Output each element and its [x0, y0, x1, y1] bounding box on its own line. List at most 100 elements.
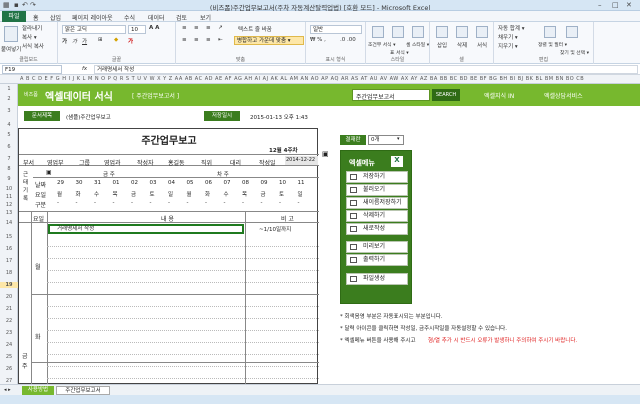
clear-button[interactable]: 지우기 ▾ — [498, 42, 518, 50]
row-header[interactable]: 4 — [0, 122, 18, 128]
row-header[interactable]: 26 — [0, 366, 18, 372]
row-header[interactable]: 23 — [0, 330, 18, 336]
row-header[interactable]: 7 — [0, 156, 18, 162]
table-format-button[interactable]: 표 서식 ▾ — [390, 49, 409, 56]
copy-button[interactable]: 복사 ▾ — [22, 33, 37, 41]
row-header[interactable]: 3 — [0, 108, 18, 114]
align-left-icon[interactable]: ≡ — [182, 37, 187, 43]
sort-filter-icon[interactable] — [544, 26, 556, 38]
row-header[interactable]: 11 — [0, 194, 18, 200]
task1-note[interactable]: ~1/10일까지 — [259, 225, 291, 233]
underline-icon[interactable]: 가 — [82, 37, 87, 45]
tab-formulas[interactable]: 수식 — [124, 13, 135, 22]
tab-review[interactable]: 검토 — [176, 13, 187, 22]
align-bottom-icon[interactable]: ≡ — [206, 25, 211, 31]
find-select-icon[interactable] — [566, 26, 578, 38]
banner-search-input[interactable]: 주간업무보고서 — [352, 89, 430, 101]
tab-file[interactable]: 파일 — [2, 11, 26, 22]
conditional-format-icon[interactable] — [372, 26, 384, 38]
row-header[interactable]: 18 — [0, 270, 18, 276]
align-right-icon[interactable]: ≡ — [206, 37, 211, 43]
row-header[interactable]: 22 — [0, 318, 18, 324]
insert-button[interactable]: 삽입 — [437, 41, 447, 49]
paste-button[interactable]: 붙여넣기 — [1, 45, 21, 53]
tab-view[interactable]: 보기 — [200, 13, 211, 22]
bold-icon[interactable]: 가 — [62, 37, 67, 45]
row-header[interactable]: 8 — [0, 166, 18, 172]
conditional-format-button[interactable]: 조건부 서식 ▾ — [368, 41, 396, 48]
column-letters[interactable]: A B C D E F G H I J K L M N O P Q R S T … — [20, 76, 640, 82]
team-value[interactable]: 영업과 — [104, 158, 121, 167]
italic-icon[interactable]: 가 — [72, 37, 77, 45]
align-center-icon[interactable]: ≡ — [194, 37, 199, 43]
attendance-type-cell[interactable]: - — [205, 200, 207, 206]
attendance-type-cell[interactable]: - — [242, 200, 244, 206]
calendar-icon[interactable]: ▣ — [46, 169, 52, 176]
find-select-button[interactable]: 찾기 및 선택 ▾ — [560, 49, 589, 56]
tab-page-layout[interactable]: 페이지 레이아웃 — [72, 13, 113, 22]
paste-icon[interactable] — [4, 26, 18, 42]
delete-button[interactable]: 삭제 — [457, 41, 467, 49]
attendance-type-cell[interactable]: - — [131, 200, 133, 206]
row-header[interactable]: 14 — [0, 220, 18, 226]
format-button[interactable]: 서식 — [477, 41, 487, 49]
autosum-button[interactable]: 자동 합계 ▾ — [498, 24, 525, 32]
menu-button-2[interactable]: 새이름저장하기 — [346, 197, 408, 209]
tab-nav-icon[interactable]: ◂ ▸ — [4, 387, 11, 393]
banner-logo[interactable]: 엑셀데이터 서식 — [45, 88, 113, 103]
align-middle-icon[interactable]: ≡ — [194, 25, 199, 31]
format-cells-icon[interactable] — [476, 26, 488, 38]
row-header[interactable]: 21 — [0, 306, 18, 312]
chevron-down-icon[interactable]: ▾ — [397, 136, 400, 142]
menu-button-4[interactable]: 새로작성 — [346, 223, 408, 235]
fx-icon[interactable]: fx — [82, 66, 87, 72]
indent-icon[interactable]: ⇤ — [218, 37, 223, 43]
writer-value[interactable]: 홍길동 — [168, 158, 185, 167]
tab-insert[interactable]: 삽입 — [50, 13, 61, 22]
row-header[interactable]: 16 — [0, 246, 18, 252]
row-header[interactable]: 25 — [0, 354, 18, 360]
doc-title-value[interactable]: (샘플)주간업무보고 — [66, 113, 111, 121]
row-header[interactable]: 13 — [0, 210, 18, 216]
search-button[interactable]: SEARCH — [432, 89, 460, 101]
menu-button-7[interactable]: 파일생성 — [346, 273, 408, 285]
maximize-icon[interactable]: □ — [612, 1, 619, 9]
border-icon[interactable]: ⊞ — [98, 37, 103, 43]
sheet-tab-howto[interactable]: 사용방법 — [22, 386, 54, 395]
decimal-icon[interactable]: .0 .00 — [340, 37, 356, 43]
fill-button[interactable]: 채우기 ▾ — [498, 33, 518, 41]
attendance-type-cell[interactable]: - — [94, 200, 96, 206]
cell-style-button[interactable]: 셀 스타일 ▾ — [406, 41, 429, 48]
tab-data[interactable]: 데이터 — [148, 13, 165, 22]
attendance-type-cell[interactable]: - — [150, 200, 152, 206]
font-color-icon[interactable]: 가 — [128, 37, 133, 45]
calendar-icon-2[interactable]: ▣ — [322, 150, 329, 158]
row-header[interactable]: 20 — [0, 294, 18, 300]
menu-button-6[interactable]: 출력하기 — [346, 254, 408, 266]
attendance-type-cell[interactable]: - — [168, 200, 170, 206]
attendance-type-cell[interactable]: - — [298, 200, 300, 206]
task-cell-selected[interactable]: 거래명세서 작성 — [48, 224, 244, 234]
formula-input[interactable]: 거래명세서 작성 — [94, 65, 638, 74]
number-format-select[interactable]: 일반 — [310, 25, 362, 34]
attendance-type-cell[interactable]: - — [76, 200, 78, 206]
excel-consult-link[interactable]: 엑셀상담서비스 — [544, 91, 583, 100]
row-header[interactable]: 1 — [0, 86, 18, 92]
cut-button[interactable]: 잘라내기 — [22, 24, 42, 32]
row-header[interactable]: 10 — [0, 186, 18, 192]
align-top-icon[interactable]: ≡ — [182, 25, 187, 31]
delete-cells-icon[interactable] — [456, 26, 468, 38]
attendance-type-cell[interactable]: - — [279, 200, 281, 206]
close-icon[interactable]: ✕ — [626, 1, 632, 9]
row-header[interactable]: 12 — [0, 202, 18, 208]
tab-home[interactable]: 홈 — [33, 13, 39, 22]
menu-button-5[interactable]: 미리보기 — [346, 241, 408, 253]
menu-button-1[interactable]: 불러오기 — [346, 184, 408, 196]
orientation-icon[interactable]: ↗ — [218, 25, 223, 31]
insert-cells-icon[interactable] — [436, 26, 448, 38]
row-header[interactable]: 9 — [0, 176, 18, 182]
font-name-select[interactable]: 맑은 고딕 — [62, 25, 126, 34]
attendance-type-cell[interactable]: - — [187, 200, 189, 206]
format-painter-button[interactable]: 서식 복사 — [22, 42, 44, 50]
font-grow-icon[interactable]: A A — [149, 25, 159, 31]
